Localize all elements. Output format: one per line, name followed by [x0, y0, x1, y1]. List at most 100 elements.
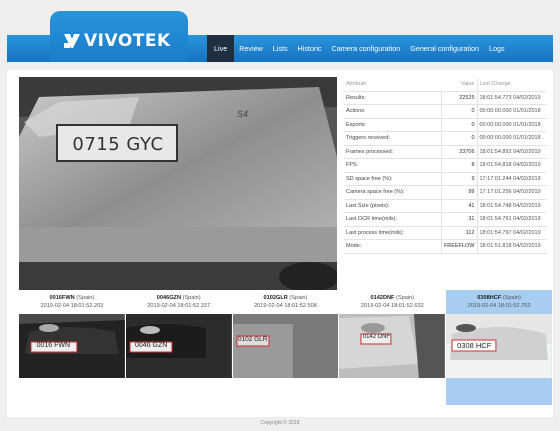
- value-cell: 0: [441, 118, 478, 132]
- last-change-cell: 00:00:00.000 01/01/2018: [477, 131, 547, 146]
- attribute-cell: FPS:: [344, 158, 442, 173]
- last-change-cell: 00:00:00.000 01/01/2018: [477, 104, 547, 119]
- main-nav: Live Review Lists Historic Camera config…: [207, 35, 510, 62]
- attribute-cell: Last Size (pixels):: [344, 199, 442, 213]
- last-change-cell: 18:01:54.892 04/02/2019: [477, 145, 547, 159]
- recent-plates-strip: 0016FWN (Spain) 2019-02-04 18:01:52.203 …: [19, 290, 552, 405]
- nav-review[interactable]: Review: [234, 35, 268, 62]
- plate-code: 0142DNF: [370, 295, 395, 301]
- vivotek-logo-icon: [64, 34, 80, 48]
- value-cell: 31: [441, 212, 478, 227]
- plate-caption: 0016FWN (Spain) 2019-02-04 18:01:52.203: [19, 290, 125, 314]
- value-cell: 8: [441, 158, 478, 173]
- car-rear-image: [19, 77, 337, 290]
- attribute-cell: Frames processed:: [344, 145, 442, 159]
- attribute-cell: Mode:: [344, 239, 442, 254]
- plate-country: (Spain): [182, 295, 201, 301]
- table-row: SD space free (%): 9 17:17:01.244 04/02/20…: [344, 172, 547, 186]
- plate-card[interactable]: 0142DNF (Spain) 2019-02-04 18:01:52.632 …: [339, 290, 447, 405]
- nav-general-configuration[interactable]: General configuration: [405, 35, 484, 62]
- plate-text: 0308 HCF: [457, 341, 492, 350]
- plate-card[interactable]: 0102GLR (Spain) 2019-02-04 18:01:52.508 …: [232, 290, 340, 405]
- plate-country: (Spain): [502, 295, 521, 301]
- plate-timestamp: 2019-02-04 18:01:52.632: [360, 303, 424, 309]
- plate-thumbnail: 0102 GLR: [232, 314, 339, 378]
- vivotek-logo[interactable]: VIVOTEK: [62, 29, 171, 53]
- plate-thumbnail: 0046 GZN: [125, 314, 232, 378]
- plate-country: (Spain): [289, 295, 308, 301]
- plate-caption: 0102GLR (Spain) 2019-02-04 18:01:52.508: [232, 290, 339, 314]
- value-cell: FREEFLOW: [441, 239, 478, 254]
- table-row: Last process time(mils): 112 18:01:54.797 …: [344, 226, 547, 240]
- attribute-cell: Triggers received:: [344, 131, 442, 146]
- table-row: Last Size (pixels): 41 18:01:54.748 04/02/…: [344, 199, 547, 213]
- nav-live[interactable]: Live: [207, 35, 235, 62]
- table-row: Actions: 0 00:00:00.000 01/01/2018: [344, 104, 547, 119]
- nav-camera-configuration[interactable]: Camera configuration: [327, 35, 406, 62]
- last-change-cell: 18:01:54.797 04/02/2019: [477, 226, 547, 240]
- last-change-cell: 18:01:54.818 04/02/2019: [477, 158, 547, 173]
- table-row: Camera space free (%): 99 17:17:01.256 04/…: [344, 185, 547, 200]
- plate-code: 0102GLR: [263, 295, 288, 301]
- table-row: Last OCR time(mils): 31 18:01:54.761 04/02…: [344, 212, 547, 227]
- last-change-cell: 18:01:54.773 04/02/2019: [477, 91, 547, 105]
- attribute-cell: Exports:: [344, 118, 442, 132]
- table-row: Triggers received: 0 00:00:00.000 01/01/20…: [344, 131, 547, 146]
- value-cell: 9: [441, 172, 478, 186]
- attribute-cell: Actions:: [344, 104, 442, 119]
- video-model-badge: S4: [237, 109, 249, 119]
- attribute-cell: Last process time(mils):: [344, 226, 442, 240]
- last-change-cell: 00:00:00.000 01/01/2018: [477, 118, 547, 132]
- attribute-cell: Results:: [344, 91, 442, 105]
- plate-text: 0016 FWN: [36, 342, 71, 349]
- plate-timestamp: 2019-02-04 18:01:52.203: [40, 303, 104, 309]
- value-cell: 0: [441, 104, 478, 119]
- attribute-cell: SD space free (%):: [344, 172, 442, 186]
- table-row: Mode: FREEFLOW 18:01:51.818 04/02/2019: [344, 239, 547, 254]
- plate-timestamp: 2019-02-04 18:01:52.337: [147, 303, 211, 309]
- value-cell: 23706: [441, 145, 478, 159]
- plate-country: (Spain): [396, 295, 415, 301]
- plate-caption: 0142DNF (Spain) 2019-02-04 18:01:52.632: [339, 290, 446, 314]
- plate-thumbnail: 0308 HCF: [446, 314, 552, 378]
- value-cell: 112: [441, 226, 478, 240]
- value-cell: 41: [441, 199, 478, 213]
- plate-caption: 0046GZN (Spain) 2019-02-04 18:01:52.337: [125, 290, 232, 314]
- plate-text: 0142 DNF: [362, 334, 391, 340]
- last-change-cell: 17:17:01.244 04/02/2019: [477, 172, 547, 186]
- video-plate-text: 0715 GYC: [72, 134, 164, 155]
- plate-text: 0102 GLR: [237, 336, 268, 343]
- stats-header-row: Attribute Value Last Change: [344, 78, 547, 92]
- attribute-cell: Camera space free (%):: [344, 185, 442, 200]
- plate-timestamp: 2019-02-04 18:01:52.753: [467, 303, 531, 309]
- plate-card[interactable]: 0046GZN (Spain) 2019-02-04 18:01:52.337 …: [125, 290, 233, 405]
- table-row: Frames processed: 23706 18:01:54.892 04/02…: [344, 145, 547, 159]
- plate-timestamp: 2019-02-04 18:01:52.508: [254, 303, 317, 309]
- plate-code: 0016FWN: [49, 295, 75, 301]
- value-cell: 22525: [441, 91, 478, 105]
- plate-card-selected[interactable]: 0308HCF (Spain) 2019-02-04 18:01:52.753 …: [446, 290, 552, 405]
- last-change-cell: 17:17:01.256 04/02/2019: [477, 185, 547, 200]
- header-value: Value: [441, 78, 478, 92]
- table-row: FPS: 8 18:01:54.818 04/02/2019: [344, 158, 547, 173]
- live-video-feed[interactable]: 0715 GYC S4: [19, 77, 337, 290]
- attribute-cell: Last OCR time(mils):: [344, 212, 442, 227]
- last-change-cell: 18:01:54.761 04/02/2019: [477, 212, 547, 227]
- header-attribute: Attribute: [344, 78, 441, 92]
- live-panel: 0715 GYC S4 Attribute Value Last Change …: [7, 70, 553, 417]
- nav-logs[interactable]: Logs: [484, 35, 510, 62]
- plate-caption: 0308HCF (Spain) 2019-02-04 18:01:52.753: [446, 290, 552, 314]
- table-row: Exports: 0 00:00:00.000 01/01/2018: [344, 118, 547, 132]
- last-change-cell: 18:01:51.818 04/02/2019: [477, 239, 547, 254]
- footer-copyright: Copyright © 2018: [260, 420, 300, 426]
- last-change-cell: 18:01:54.748 04/02/2019: [477, 199, 547, 213]
- plate-country: (Spain): [76, 295, 95, 301]
- table-row: Results: 22525 18:01:54.773 04/02/2019: [344, 91, 547, 105]
- brand-name: VIVOTEK: [84, 31, 171, 51]
- header-last-change: Last Change: [477, 78, 547, 92]
- plate-card[interactable]: 0016FWN (Spain) 2019-02-04 18:01:52.203 …: [19, 290, 126, 405]
- nav-lists[interactable]: Lists: [268, 35, 293, 62]
- plate-text: 0046 GZN: [135, 342, 168, 349]
- stats-table: Attribute Value Last Change Results: 2252…: [344, 78, 547, 254]
- nav-historic[interactable]: Historic: [293, 35, 327, 62]
